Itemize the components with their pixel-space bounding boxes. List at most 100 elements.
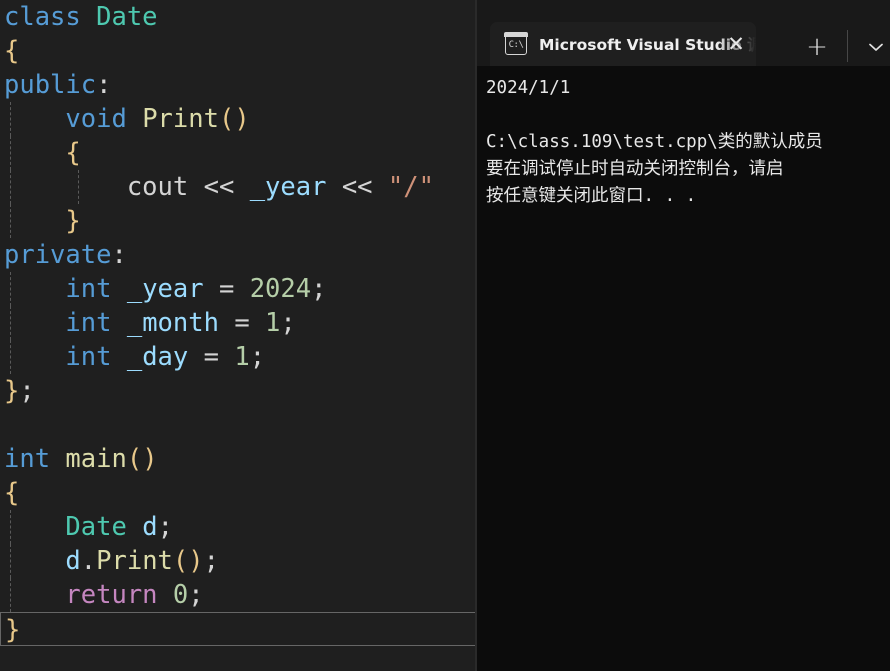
new-tab-button[interactable]: +: [802, 32, 832, 62]
code-token: int: [65, 308, 112, 338]
code-token: cout: [126, 172, 189, 202]
code-token: int: [65, 342, 112, 372]
code-token: {: [4, 36, 20, 66]
code-token: (): [218, 104, 250, 134]
code-token: =: [218, 274, 235, 304]
code-token: {: [4, 478, 20, 508]
indent-guide: [10, 544, 11, 578]
code-token: Print: [142, 104, 219, 134]
indent-guide: [10, 306, 11, 340]
code-line[interactable]: Date d;: [0, 510, 477, 544]
code-token: ;: [203, 546, 219, 576]
code-content[interactable]: class Date{public: void Print() { cout <…: [0, 0, 477, 646]
code-line[interactable]: class Date: [0, 0, 477, 34]
code-line[interactable]: void Print(): [0, 102, 477, 136]
terminal-titlebar[interactable]: C:\ Microsoft Visual Studio 调试控 ✕ +: [477, 0, 890, 66]
code-token: class: [4, 2, 81, 32]
terminal-line: 按任意键关闭此窗口. . .: [486, 186, 697, 206]
code-line[interactable]: {: [0, 34, 477, 68]
terminal-line: 要在调试停止时自动关闭控制台，请启: [486, 159, 784, 179]
close-icon[interactable]: ✕: [722, 30, 750, 58]
chevron-down-icon[interactable]: [862, 33, 890, 61]
code-token: <<: [203, 172, 235, 202]
code-line[interactable]: private:: [0, 238, 477, 272]
code-token: Date: [96, 2, 158, 32]
code-line[interactable]: d.Print();: [0, 544, 477, 578]
code-token: =: [203, 342, 219, 372]
code-token: 1: [234, 342, 250, 372]
code-token: :: [111, 240, 127, 270]
code-token: ;: [249, 342, 266, 372]
code-token: (): [172, 546, 204, 576]
code-token: main: [65, 444, 127, 474]
code-token: void: [65, 104, 127, 134]
code-token: (): [126, 444, 158, 474]
code-editor[interactable]: class Date{public: void Print() { cout <…: [0, 0, 477, 671]
indent-guide: [10, 510, 11, 544]
code-line[interactable]: {: [0, 476, 477, 510]
code-line[interactable]: }: [0, 204, 477, 238]
screen: class Date{public: void Print() { cout <…: [0, 0, 890, 671]
indent-guide: [10, 102, 11, 136]
code-token: _year: [126, 274, 204, 304]
code-token: ;: [188, 580, 204, 610]
indent-guide: [10, 204, 11, 238]
code-token: public: [4, 70, 97, 100]
code-token: ;: [157, 512, 173, 542]
code-token: 2024: [249, 274, 312, 304]
code-line-current[interactable]: }: [0, 612, 477, 646]
titlebar-divider: [847, 30, 848, 62]
terminal-tab-active[interactable]: C:\ Microsoft Visual Studio 调试控: [490, 22, 756, 66]
code-token: "/": [387, 172, 434, 202]
terminal-window[interactable]: C:\ Microsoft Visual Studio 调试控 ✕ + 2024…: [477, 0, 890, 671]
indent-guide: [10, 170, 11, 204]
code-line[interactable]: cout << _year << "/": [0, 170, 477, 204]
code-token: return: [65, 580, 158, 610]
code-token: Date: [65, 512, 127, 542]
code-line[interactable]: [0, 408, 477, 442]
code-token: ;: [19, 376, 35, 406]
code-token: =: [234, 308, 250, 338]
terminal-output[interactable]: 2024/1/1 C:\class.109\test.cpp\类的默认成员 要在调…: [477, 66, 890, 671]
indent-guide: [10, 340, 11, 374]
code-line[interactable]: {: [0, 136, 477, 170]
terminal-line: C:\class.109\test.cpp\类的默认成员: [486, 132, 823, 152]
code-token: _day: [126, 342, 189, 372]
code-line[interactable]: int main(): [0, 442, 477, 476]
console-icon-glyph: C:\: [508, 40, 524, 50]
code-line[interactable]: };: [0, 374, 477, 408]
code-line[interactable]: int _year = 2024;: [0, 272, 477, 306]
code-line[interactable]: int _month = 1;: [0, 306, 477, 340]
code-line[interactable]: public:: [0, 68, 477, 102]
code-token: ;: [311, 274, 327, 304]
code-token: Print: [96, 546, 173, 576]
code-line[interactable]: int _day = 1;: [0, 340, 477, 374]
code-token: int: [65, 274, 112, 304]
code-token: 1: [265, 308, 281, 338]
code-token: d: [142, 512, 158, 542]
console-icon: C:\: [504, 32, 528, 55]
code-token: }: [4, 376, 20, 406]
code-token: int: [4, 444, 51, 474]
code-token: _month: [126, 308, 219, 338]
code-line[interactable]: return 0;: [0, 578, 477, 612]
